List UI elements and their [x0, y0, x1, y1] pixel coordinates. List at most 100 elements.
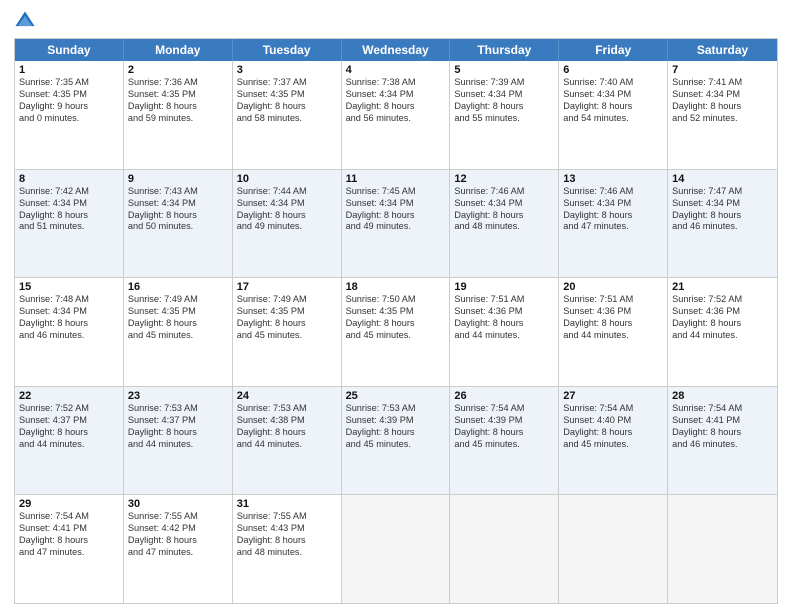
day-number: 4 — [346, 64, 446, 76]
day-cell-11: 11Sunrise: 7:45 AMSunset: 4:34 PMDayligh… — [342, 170, 451, 278]
cell-info-line: Daylight: 8 hours — [19, 210, 119, 222]
day-cell-20: 20Sunrise: 7:51 AMSunset: 4:36 PMDayligh… — [559, 278, 668, 386]
day-number: 11 — [346, 173, 446, 185]
cell-info-line: Daylight: 8 hours — [672, 210, 773, 222]
cell-info-line: Sunrise: 7:44 AM — [237, 186, 337, 198]
cell-info-line: Daylight: 8 hours — [237, 210, 337, 222]
cell-info-line: Sunrise: 7:43 AM — [128, 186, 228, 198]
day-number: 2 — [128, 64, 228, 76]
cell-info-line: Sunset: 4:34 PM — [19, 306, 119, 318]
day-cell-18: 18Sunrise: 7:50 AMSunset: 4:35 PMDayligh… — [342, 278, 451, 386]
day-cell-8: 8Sunrise: 7:42 AMSunset: 4:34 PMDaylight… — [15, 170, 124, 278]
cell-info-line: and 49 minutes. — [237, 221, 337, 233]
cell-info-line: Sunset: 4:35 PM — [128, 306, 228, 318]
cell-info-line: Sunrise: 7:46 AM — [563, 186, 663, 198]
day-cell-2: 2Sunrise: 7:36 AMSunset: 4:35 PMDaylight… — [124, 61, 233, 169]
calendar-row-2: 8Sunrise: 7:42 AMSunset: 4:34 PMDaylight… — [15, 169, 777, 278]
day-cell-19: 19Sunrise: 7:51 AMSunset: 4:36 PMDayligh… — [450, 278, 559, 386]
day-number: 16 — [128, 281, 228, 293]
cell-info-line: Daylight: 8 hours — [346, 427, 446, 439]
day-cell-24: 24Sunrise: 7:53 AMSunset: 4:38 PMDayligh… — [233, 387, 342, 495]
cell-info-line: Sunset: 4:41 PM — [19, 523, 119, 535]
day-cell-1: 1Sunrise: 7:35 AMSunset: 4:35 PMDaylight… — [15, 61, 124, 169]
cell-info-line: and 45 minutes. — [237, 330, 337, 342]
day-cell-25: 25Sunrise: 7:53 AMSunset: 4:39 PMDayligh… — [342, 387, 451, 495]
cell-info-line: and 44 minutes. — [563, 330, 663, 342]
cell-info-line: Sunrise: 7:48 AM — [19, 294, 119, 306]
cell-info-line: Daylight: 8 hours — [237, 427, 337, 439]
day-cell-31: 31Sunrise: 7:55 AMSunset: 4:43 PMDayligh… — [233, 495, 342, 603]
day-number: 15 — [19, 281, 119, 293]
cell-info-line: and 44 minutes. — [454, 330, 554, 342]
cell-info-line: Daylight: 8 hours — [672, 101, 773, 113]
cell-info-line: Sunrise: 7:54 AM — [19, 511, 119, 523]
cell-info-line: Sunrise: 7:46 AM — [454, 186, 554, 198]
header-day-sunday: Sunday — [15, 39, 124, 61]
cell-info-line: and 46 minutes. — [672, 221, 773, 233]
cell-info-line: Sunset: 4:36 PM — [563, 306, 663, 318]
day-number: 14 — [672, 173, 773, 185]
day-number: 6 — [563, 64, 663, 76]
cell-info-line: Sunset: 4:34 PM — [128, 198, 228, 210]
cell-info-line: Sunrise: 7:55 AM — [128, 511, 228, 523]
cell-info-line: and 47 minutes. — [128, 547, 228, 559]
cell-info-line: and 50 minutes. — [128, 221, 228, 233]
cell-info-line: Daylight: 8 hours — [346, 101, 446, 113]
cell-info-line: Sunrise: 7:38 AM — [346, 77, 446, 89]
cell-info-line: and 46 minutes. — [672, 439, 773, 451]
day-number: 29 — [19, 498, 119, 510]
cell-info-line: Daylight: 8 hours — [237, 318, 337, 330]
cell-info-line: Daylight: 8 hours — [128, 318, 228, 330]
cell-info-line: and 48 minutes. — [237, 547, 337, 559]
cell-info-line: Sunset: 4:37 PM — [128, 415, 228, 427]
cell-info-line: Sunset: 4:34 PM — [454, 198, 554, 210]
cell-info-line: and 51 minutes. — [19, 221, 119, 233]
header-day-saturday: Saturday — [668, 39, 777, 61]
day-cell-5: 5Sunrise: 7:39 AMSunset: 4:34 PMDaylight… — [450, 61, 559, 169]
cell-info-line: Daylight: 8 hours — [454, 210, 554, 222]
day-cell-3: 3Sunrise: 7:37 AMSunset: 4:35 PMDaylight… — [233, 61, 342, 169]
cell-info-line: Sunrise: 7:51 AM — [454, 294, 554, 306]
cell-info-line: and 52 minutes. — [672, 113, 773, 125]
cell-info-line: Daylight: 8 hours — [563, 101, 663, 113]
day-cell-29: 29Sunrise: 7:54 AMSunset: 4:41 PMDayligh… — [15, 495, 124, 603]
cell-info-line: Sunset: 4:34 PM — [346, 198, 446, 210]
cell-info-line: Sunset: 4:35 PM — [346, 306, 446, 318]
calendar-row-5: 29Sunrise: 7:54 AMSunset: 4:41 PM Dayligh… — [15, 494, 777, 603]
cell-info-line: Sunrise: 7:45 AM — [346, 186, 446, 198]
day-number: 20 — [563, 281, 663, 293]
day-number: 8 — [19, 173, 119, 185]
cell-info-line: Sunrise: 7:49 AM — [128, 294, 228, 306]
cell-info-line: Daylight: 8 hours — [454, 101, 554, 113]
cell-info-line: and 47 minutes. — [563, 221, 663, 233]
day-number: 17 — [237, 281, 337, 293]
cell-info-line: Daylight: 9 hours — [19, 101, 119, 113]
cell-info-line: Sunset: 4:40 PM — [563, 415, 663, 427]
day-cell-28: 28Sunrise: 7:54 AMSunset: 4:41 PMDayligh… — [668, 387, 777, 495]
cell-info-line: and 45 minutes. — [346, 330, 446, 342]
cell-info-line: Sunset: 4:34 PM — [672, 198, 773, 210]
calendar-row-1: 1Sunrise: 7:35 AMSunset: 4:35 PMDaylight… — [15, 61, 777, 169]
cell-info-line: and 55 minutes. — [454, 113, 554, 125]
header-day-thursday: Thursday — [450, 39, 559, 61]
day-number: 12 — [454, 173, 554, 185]
cell-info-line: Sunset: 4:38 PM — [237, 415, 337, 427]
day-number: 3 — [237, 64, 337, 76]
cell-info-line: Sunset: 4:39 PM — [454, 415, 554, 427]
day-number: 28 — [672, 390, 773, 402]
calendar: SundayMondayTuesdayWednesdayThursdayFrid… — [14, 38, 778, 604]
cell-info-line: Sunrise: 7:40 AM — [563, 77, 663, 89]
cell-info-line: and 46 minutes. — [19, 330, 119, 342]
cell-info-line: and 0 minutes. — [19, 113, 119, 125]
cell-info-line: and 44 minutes. — [19, 439, 119, 451]
cell-info-line: Daylight: 8 hours — [128, 535, 228, 547]
day-number: 25 — [346, 390, 446, 402]
cell-info-line: Daylight: 8 hours — [454, 427, 554, 439]
day-cell-30: 30Sunrise: 7:55 AMSunset: 4:42 PMDayligh… — [124, 495, 233, 603]
day-number: 27 — [563, 390, 663, 402]
cell-info-line: Sunrise: 7:53 AM — [237, 403, 337, 415]
cell-info-line: Sunrise: 7:52 AM — [672, 294, 773, 306]
cell-info-line: Sunset: 4:35 PM — [237, 306, 337, 318]
day-cell-4: 4Sunrise: 7:38 AMSunset: 4:34 PMDaylight… — [342, 61, 451, 169]
cell-info-line: and 58 minutes. — [237, 113, 337, 125]
